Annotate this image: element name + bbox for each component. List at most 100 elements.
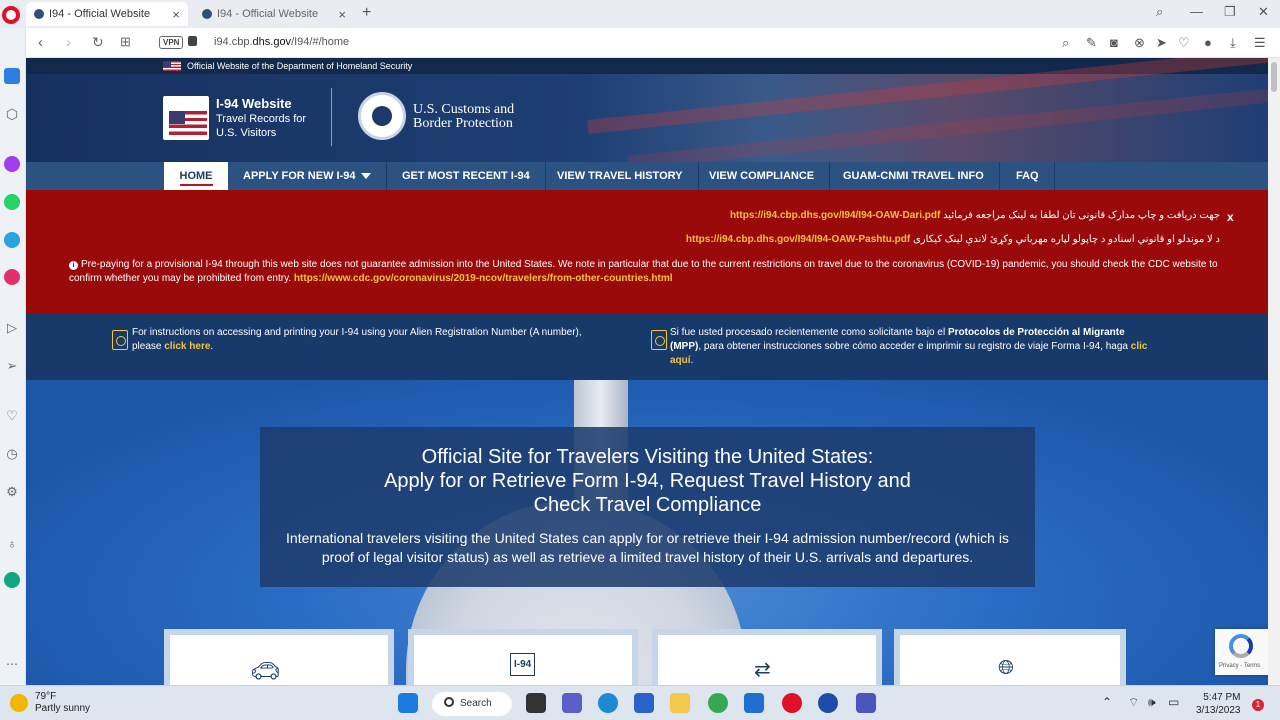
taskbar-search[interactable]: Search (432, 692, 512, 716)
dari-pdf-link[interactable]: https://i94.cbp.dhs.gov/I94/I94-OAW-Dari… (730, 210, 940, 221)
nav-view-travel-history[interactable]: VIEW TRAVEL HISTORY (542, 162, 699, 190)
close-tab-icon[interactable]: × (338, 7, 346, 22)
settings-icon[interactable]: ⚙ (4, 484, 20, 500)
service-card[interactable]: 🚗︎ (164, 629, 394, 685)
mail-icon[interactable] (744, 693, 764, 713)
nav-view-compliance[interactable]: VIEW COMPLIANCE (694, 162, 831, 190)
page-scrollbar[interactable] (1268, 58, 1280, 685)
service-card[interactable]: ⇄ (652, 629, 882, 685)
close-window-icon[interactable]: ✕ (1258, 4, 1269, 20)
store-icon[interactable] (634, 693, 654, 713)
edit-icon[interactable]: ✎ (1086, 35, 1097, 51)
new-tab-icon[interactable]: + (362, 4, 371, 22)
telegram-icon[interactable] (4, 232, 20, 248)
close-alert-button[interactable]: x (1227, 210, 1234, 224)
web-page: Official Website of the Department of Ho… (26, 58, 1268, 685)
tab-active[interactable]: I94 - Official Website × (26, 2, 188, 26)
tab-label: I94 - Official Website (49, 8, 151, 20)
teams-icon[interactable] (856, 693, 876, 713)
system-clock[interactable]: 5:47 PM 3/13/2023 (1196, 691, 1241, 717)
cbp-seal-icon[interactable] (358, 92, 406, 140)
volume-icon[interactable]: 🕪︎ (1148, 695, 1156, 710)
speed-dial-icon[interactable]: ⊞ (120, 34, 131, 50)
chrome-icon[interactable] (708, 693, 728, 713)
close-tab-icon[interactable]: × (172, 7, 180, 22)
block-ads-icon[interactable]: ⊗ (1134, 35, 1145, 51)
camera-icon[interactable]: ◙ (1110, 35, 1118, 50)
vpn-badge[interactable]: VPN (159, 36, 184, 49)
notice-bar: For instructions on accessing and printi… (26, 314, 1268, 380)
agency-name: U.S. Customs and Border Protection (413, 103, 514, 131)
tab-inactive[interactable]: I94 - Official Website × (194, 2, 354, 26)
pashtu-line: د لا موندلو او قانوني اسنادو د چاپولو لپ… (686, 234, 1220, 245)
header-divider (331, 88, 332, 146)
player-icon[interactable]: ▷ (4, 320, 20, 336)
opera-logo-icon[interactable] (2, 6, 20, 24)
maximize-icon[interactable]: ❐ (1224, 4, 1236, 20)
messenger-icon[interactable] (4, 156, 20, 172)
windows-start-icon[interactable] (398, 693, 418, 713)
bookmarks-icon[interactable]: ♡ (4, 408, 20, 424)
home-icon[interactable] (4, 68, 20, 84)
recaptcha-badge[interactable]: Privacy - Terms (1215, 629, 1268, 675)
caret-down-icon (361, 173, 372, 180)
lock-icon[interactable] (188, 36, 197, 46)
search-tabs-icon[interactable]: ⌕ (1156, 4, 1163, 20)
mpp-text-2: , para obtener instrucciones sobre cómo … (698, 341, 1128, 352)
us-flag-icon (163, 61, 181, 71)
browser-tab-bar: I94 - Official Website × I94 - Official … (0, 0, 1280, 28)
pdf-icon[interactable] (651, 330, 667, 350)
send-icon[interactable]: ➤ (1156, 35, 1167, 51)
nav-apply-new-i94[interactable]: APPLY FOR NEW I-94 (228, 162, 388, 190)
service-card[interactable]: 🌐︎ (894, 629, 1126, 685)
profile-icon[interactable]: ● (1204, 35, 1212, 50)
wifi-icon[interactable]: ⌔ (1128, 695, 1139, 710)
search-page-icon[interactable]: ⌕ (1062, 35, 1069, 51)
pdf-icon[interactable] (112, 330, 128, 350)
back-icon[interactable]: ‹ (38, 34, 43, 51)
minimize-icon[interactable]: — (1190, 4, 1203, 19)
temperature: 79°F (35, 691, 57, 702)
pashtu-pdf-link[interactable]: https://i94.cbp.dhs.gov/I94/I94-OAW-Pash… (686, 234, 910, 245)
a-number-notice: For instructions on accessing and printi… (132, 326, 612, 354)
dari-line: جهت دریافت و چاپ مدارک قانونی تان لطفا ب… (730, 210, 1220, 221)
file-explorer-icon[interactable] (670, 693, 690, 713)
cdc-link[interactable]: https://www.cdc.gov/coronavirus/2019-nco… (294, 273, 673, 284)
weather-widget[interactable]: 79°F Partly sunny (35, 691, 90, 715)
scrollbar-thumb[interactable] (1271, 62, 1277, 92)
task-view-icon[interactable] (526, 693, 546, 713)
instagram-icon[interactable] (4, 269, 20, 285)
recaptcha-text[interactable]: Privacy - Terms (1219, 663, 1260, 669)
forward-icon[interactable]: › (66, 34, 71, 51)
heart-icon[interactable]: ♡ (1178, 35, 1190, 51)
download-icon[interactable]: ⤓ (1230, 35, 1236, 51)
reload-icon[interactable]: ↻ (92, 34, 104, 51)
teams-chat-icon[interactable] (562, 693, 582, 713)
opera-taskbar-icon[interactable] (782, 693, 802, 713)
bulb-icon[interactable]: ♁ (4, 536, 20, 552)
click-here-link[interactable]: click here (164, 341, 210, 352)
weather-icon[interactable] (10, 694, 28, 712)
hero-text-box: Official Site for Travelers Visiting the… (260, 427, 1035, 587)
whatsapp-icon[interactable] (4, 194, 20, 210)
aria-icon[interactable] (4, 572, 20, 588)
workspace-icon[interactable]: ⬡ (4, 106, 20, 122)
more-icon[interactable]: ⋯ (4, 656, 20, 672)
my-flow-icon[interactable]: ➢ (4, 358, 20, 374)
hero-title: Official Site for Travelers Visiting the… (260, 445, 1035, 517)
nav-home[interactable]: HOME (164, 162, 228, 190)
chevron-up-icon[interactable]: ⌃ (1102, 695, 1112, 709)
browser-icon[interactable] (818, 693, 838, 713)
logo-title[interactable]: I-94 Website (216, 96, 292, 111)
nav-guam-cnmi[interactable]: GUAM-CNMI TRAVEL INFO (828, 162, 1000, 190)
battery-icon[interactable]: ▭ (1168, 695, 1179, 709)
easy-setup-icon[interactable]: ☰ (1254, 35, 1266, 51)
service-card[interactable]: I-94 (408, 629, 638, 685)
url-field[interactable]: i94.cbp.dhs.gov/I94/#/home (214, 36, 349, 48)
history-icon[interactable]: ◷ (4, 446, 20, 462)
notification-badge[interactable]: 1 (1252, 699, 1264, 711)
nav-faq[interactable]: FAQ (1001, 162, 1055, 190)
edge-icon[interactable] (598, 693, 618, 713)
nav-get-most-recent[interactable]: GET MOST RECENT I-94 (387, 162, 546, 190)
i94-logo-icon[interactable] (163, 96, 209, 140)
